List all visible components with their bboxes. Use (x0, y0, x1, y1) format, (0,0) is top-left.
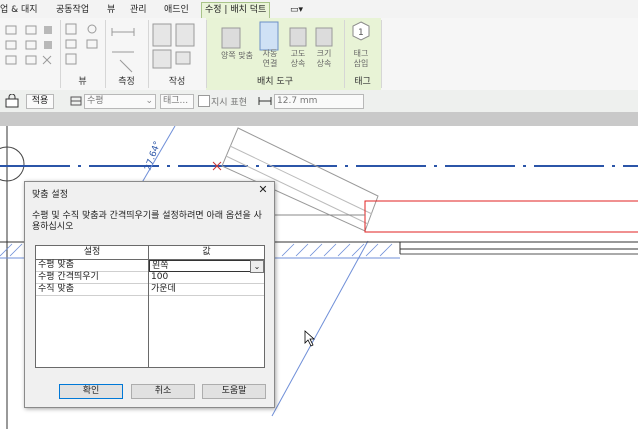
offset-icon (5, 40, 17, 50)
justification-select[interactable]: 수평 ⌄ (84, 94, 156, 109)
grid-bubble (0, 146, 25, 182)
auto-connect-button[interactable]: 자동 연결 (258, 49, 282, 69)
inherit-size-text-1: 크기 (316, 49, 332, 58)
dialog-description: 수평 및 수직 맞춤과 간격띄우기를 설정하려면 아래 옵션을 사용하십시오 (32, 211, 262, 232)
tab-collaborate[interactable]: 공동작업 (56, 3, 89, 17)
mouse-cursor-icon (304, 330, 316, 347)
inherit-elevation-icon (289, 27, 307, 47)
tab-view[interactable]: 뷰 (107, 3, 115, 17)
rotate-icon (25, 55, 37, 65)
panel-label-tag: 태그 (354, 77, 371, 87)
panel-label-placement-tools: 배치 도구 (257, 77, 293, 87)
align-icon (5, 25, 17, 35)
justification-dialog: 맞춤 설정 ✕ 수평 및 수직 맞춤과 간격띄우기를 설정하려면 아래 옵션을 … (24, 181, 275, 408)
ok-label: 확인 (82, 386, 100, 396)
ribbon-tab-bar: 업 & 대지 공동작업 뷰 관리 애드인 수정 | 배치 덕트 ▭▾ (0, 0, 638, 19)
paint-icon (65, 39, 77, 49)
tab-site[interactable]: 업 & 대지 (0, 3, 38, 17)
panel-label-create: 작성 (168, 77, 186, 87)
inherit-size-text-2: 상속 (316, 59, 332, 68)
move-icon (25, 25, 37, 35)
column-header-value: 값 (149, 246, 264, 260)
inherit-elevation-button[interactable]: 고도 상속 (286, 49, 310, 69)
horizontal-justification-value: 왼쪽 (152, 261, 169, 271)
inherit-elevation-text-2: 상속 (290, 59, 306, 68)
panel-label-view: 뷰 (78, 77, 87, 87)
align-both-text: 양쪽 맞춤 (221, 51, 253, 60)
length-field[interactable]: 12.7 mm (274, 94, 364, 109)
cancel-button[interactable]: 취소 (131, 384, 195, 399)
tag-on-placement-text-1: 태그 (353, 49, 369, 58)
table-row-setting: 수직 맞춤 (36, 284, 148, 296)
auto-connect-text-1: 자동 (262, 49, 278, 58)
create-parts-icon (152, 49, 172, 69)
leader-checkbox[interactable] (198, 95, 210, 107)
horizontal-offset-field[interactable]: 100 (149, 272, 264, 284)
ribbon-separator (381, 20, 382, 88)
help-label: 도움말 (221, 386, 247, 396)
ok-button[interactable]: 확인 (59, 384, 123, 399)
vertical-justification-select[interactable]: 가운데 (149, 284, 264, 296)
split-icon (44, 41, 52, 49)
justification-icon (70, 96, 82, 106)
chevron-down-icon: ⌄ (145, 96, 153, 106)
apply-label: 적용 (31, 96, 49, 106)
length-value: 12.7 mm (277, 96, 318, 106)
angle-dimension-text: 27.64° (143, 140, 163, 172)
hide-icon (86, 39, 98, 49)
cancel-label: 취소 (154, 386, 172, 396)
table-row-setting: 수평 간격띄우기 (36, 272, 148, 284)
tag-number-glyph: 1 (358, 28, 364, 38)
reference-line-lower (271, 240, 369, 417)
tab-manage[interactable]: 관리 (130, 3, 147, 17)
tab-modify-place-duct[interactable]: 수정 | 배치 덕트 (201, 2, 271, 19)
apply-button[interactable]: 적용 (26, 94, 54, 109)
help-button[interactable]: 도움말 (202, 384, 266, 399)
create-similar-icon (175, 23, 195, 47)
column-header-setting: 설정 (36, 246, 148, 260)
horizontal-justification-select[interactable]: 왼쪽 (149, 260, 253, 272)
copy-icon (25, 40, 37, 50)
selected-duct[interactable] (364, 200, 638, 233)
create-group-icon (152, 23, 172, 47)
modify-lock-icon[interactable] (5, 94, 19, 108)
visibility-icon (65, 23, 77, 35)
align-both-label[interactable]: 양쪽 맞춤 (212, 51, 262, 61)
create-assembly-icon (175, 51, 191, 65)
inherit-size-button[interactable]: 크기 상속 (312, 49, 336, 69)
options-bar: 적용 수평 ⌄ 태그... 지시 표현 12.7 mm (0, 90, 638, 113)
justification-icon (221, 27, 241, 49)
settings-table: 설정 값 수평 맞춤 왼쪽 ⌄ 수평 간격띄우기 100 수직 맞춤 가운데 (35, 245, 265, 368)
view-tab-band (0, 112, 638, 126)
reference-line (139, 125, 176, 187)
tag-on-placement-button[interactable]: 태그 삽입 (348, 49, 374, 69)
tag-type-field[interactable]: 태그... (160, 94, 194, 109)
inherit-elevation-text-1: 고도 (290, 49, 306, 58)
mirror-icon (5, 55, 17, 65)
auto-connect-text-2: 연결 (262, 59, 278, 68)
auto-connect-icon (259, 21, 279, 51)
justification-value: 수평 (87, 96, 104, 106)
length-icon (258, 97, 272, 105)
tab-addins[interactable]: 애드인 (164, 3, 189, 17)
inherit-size-icon (315, 27, 333, 47)
tab-dropdown-icon[interactable]: ▭▾ (290, 3, 303, 17)
close-icon[interactable]: ✕ (256, 183, 270, 197)
leader-label: 지시 표현 (211, 98, 247, 108)
tag-type-value: 태그... (163, 96, 189, 106)
override-icon (87, 24, 97, 34)
table-row-setting: 수평 맞춤 (36, 260, 148, 272)
dialog-title: 맞춤 설정 (32, 190, 68, 200)
tag-on-placement-text-2: 삽입 (353, 59, 369, 68)
join-icon (65, 53, 77, 65)
panel-label-measure: 측정 (118, 77, 135, 87)
trim-icon (44, 26, 52, 34)
